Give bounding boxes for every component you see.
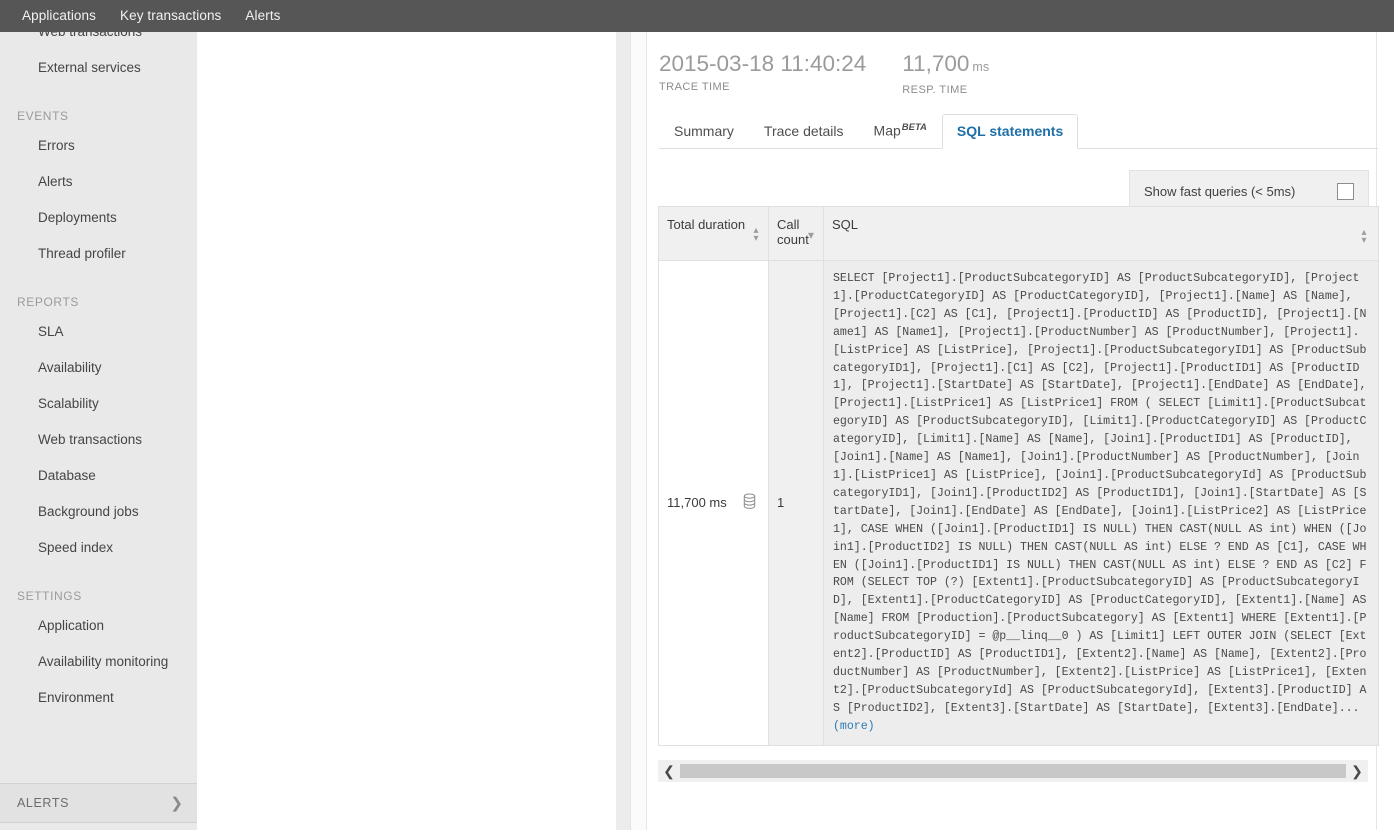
tab-trace-details[interactable]: Trace details (749, 114, 859, 149)
app-root: Applications Key transactions Alerts Web… (0, 0, 1394, 830)
sort-descending-icon[interactable]: ▾ (805, 229, 817, 241)
column-header-sql-label: SQL (832, 217, 859, 232)
sidebar-item-web-transactions[interactable]: Web transactions (0, 422, 197, 458)
sidebar-item-application[interactable]: Application (0, 608, 197, 644)
database-icon (743, 493, 756, 512)
column-header-call-count[interactable]: Call count ▾ (768, 206, 824, 261)
sidebar-item-database[interactable]: Database (0, 458, 197, 494)
sidebar-item-speed-index[interactable]: Speed index (0, 530, 197, 566)
trace-time-value: 2015-03-18 11:40:24 (659, 51, 867, 76)
sidebar-item-scalability[interactable]: Scalability (0, 386, 197, 422)
cell-call-count: 1 (768, 260, 824, 746)
sql-statement-text: SELECT [Project1].[ProductSubcategoryID]… (833, 270, 1368, 736)
sql-statements-table: Total duration ▴▾ Call count ▾ SQL ▴▾ (658, 206, 1379, 746)
tab-sql-statements[interactable]: SQL statements (941, 114, 1079, 149)
sidebar-alerts-expander[interactable]: ALERTS ❯ (0, 783, 197, 823)
sidebar-item-thread-profiler[interactable]: Thread profiler (0, 236, 197, 272)
cell-total-duration-value: 11,700 ms (667, 495, 727, 511)
response-time-label: RESP. TIME (902, 84, 968, 96)
chevron-right-icon[interactable]: ❯ (1346, 760, 1368, 782)
column-header-sql[interactable]: SQL ▴ ▾ (823, 206, 1379, 261)
sidebar-item-web-transactions-clipped[interactable]: Web transactions (0, 32, 197, 50)
trace-header: 2015-03-18 11:40:24 TRACE TIME 11,700 ms … (647, 32, 1376, 96)
tab-map[interactable]: MapBETA (859, 111, 942, 149)
content-gap (197, 32, 616, 830)
sidebar-alerts-label: ALERTS (17, 796, 70, 810)
tab-bar: Summary Trace details MapBETA SQL statem… (659, 114, 1378, 149)
sql-more-link[interactable]: (more) (833, 720, 875, 733)
show-fast-queries-checkbox[interactable] (1337, 182, 1354, 200)
sql-statements-table-wrapper: Total duration ▴▾ Call count ▾ SQL ▴▾ (658, 206, 1379, 746)
sidebar: Web transactions External services EVENT… (0, 32, 197, 830)
trace-time-block: 2015-03-18 11:40:24 TRACE TIME (659, 50, 866, 93)
sidebar-item-environment[interactable]: Environment (0, 680, 197, 716)
response-time-value-wrap: 11,700 ms (902, 50, 989, 81)
chevron-right-icon: ❯ (170, 795, 183, 812)
sidebar-item-background-jobs[interactable]: Background jobs (0, 494, 197, 530)
vertical-divider-outer (616, 32, 630, 830)
sidebar-list: Web transactions External services EVENT… (0, 32, 197, 716)
cell-sql[interactable]: SELECT [Project1].[ProductSubcategoryID]… (823, 260, 1379, 746)
sidebar-section-events: EVENTS (17, 109, 69, 123)
sort-both-icon[interactable]: ▴ ▾ (750, 226, 762, 244)
sidebar-item-deployments[interactable]: Deployments (0, 200, 197, 236)
nav-item-key-transactions[interactable]: Key transactions (108, 0, 233, 32)
sql-statement-body: SELECT [Project1].[ProductSubcategoryID]… (833, 272, 1374, 715)
table-head: Total duration ▴ ▾ Call count ▾ SQL ▴ ▾ (658, 206, 1379, 261)
column-header-total-duration[interactable]: Total duration ▴ ▾ (658, 206, 769, 261)
table-header-row: Total duration ▴ ▾ Call count ▾ SQL ▴ ▾ (658, 206, 1379, 261)
sidebar-section-reports: REPORTS (17, 295, 79, 309)
tab-summary[interactable]: Summary (659, 114, 749, 149)
panel-right-gutter (1377, 32, 1394, 830)
horizontal-scrollbar-thumb[interactable] (680, 764, 1346, 778)
tab-map-label: Map (873, 123, 901, 139)
nav-item-applications[interactable]: Applications (10, 0, 108, 32)
response-time-block: 11,700 ms RESP. TIME (902, 50, 989, 96)
sidebar-item-availability[interactable]: Availability (0, 350, 197, 386)
trace-detail-panel: 2015-03-18 11:40:24 TRACE TIME 11,700 ms … (646, 32, 1379, 830)
show-fast-queries-label: Show fast queries (< 5ms) (1144, 183, 1296, 199)
response-time-value: 11,700 (902, 51, 970, 76)
column-header-total-duration-label: Total duration (667, 217, 746, 232)
table-row[interactable]: 11,700 ms 1 SELECT [Project1].[ProductSu… (658, 260, 1379, 746)
sidebar-item-errors[interactable]: Errors (0, 128, 197, 164)
nav-item-alerts[interactable]: Alerts (233, 0, 292, 32)
sort-both-icon-sql[interactable]: ▴ ▾ (1358, 228, 1370, 246)
trace-time-label: TRACE TIME (659, 81, 730, 93)
sidebar-item-external-services[interactable]: External services (0, 50, 197, 86)
response-time-unit: ms (972, 60, 990, 74)
sidebar-item-availability-monitoring[interactable]: Availability monitoring (0, 644, 197, 680)
chevron-left-icon[interactable]: ❮ (658, 760, 680, 782)
table-body: 11,700 ms 1 SELECT [Project1].[ProductSu… (658, 260, 1379, 746)
sidebar-item-sla[interactable]: SLA (0, 314, 197, 350)
sidebar-item-alerts[interactable]: Alerts (0, 164, 197, 200)
top-navigation-bar: Applications Key transactions Alerts (0, 0, 1394, 32)
cell-total-duration: 11,700 ms (658, 260, 769, 746)
tab-map-beta-badge: BETA (901, 122, 927, 134)
vertical-divider-inner (630, 32, 646, 830)
sidebar-section-settings: SETTINGS (17, 589, 82, 603)
horizontal-scrollbar[interactable]: ❮ ❯ (658, 760, 1368, 782)
